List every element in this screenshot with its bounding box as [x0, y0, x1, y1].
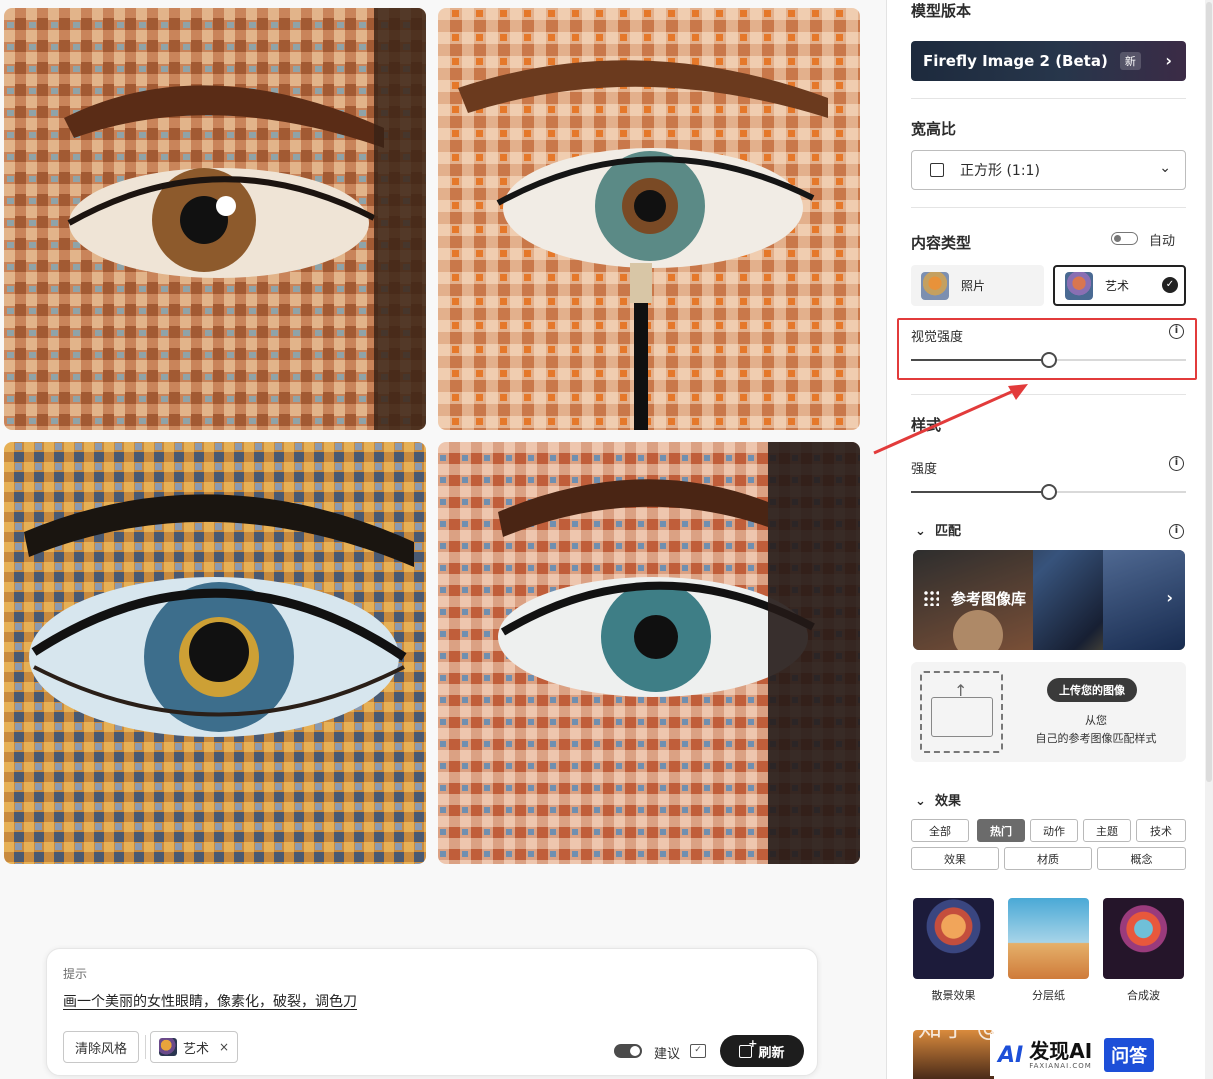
slider-handle[interactable] — [1040, 352, 1057, 368]
upload-hint-line2: 自己的参考图像匹配样式 — [1035, 732, 1157, 745]
upload-arrow-icon: ↑ — [954, 681, 968, 700]
effect-bokeh[interactable]: 散景效果 — [913, 898, 994, 1003]
upload-hint-line1: 从您 — [1085, 714, 1107, 727]
new-badge: 新 — [1119, 52, 1141, 70]
aspect-ratio-value: 正方形 (1:1) — [960, 163, 1040, 179]
effects-tab-all[interactable]: 全部 — [911, 819, 969, 842]
refresh-label: 刷新 — [758, 1045, 785, 1061]
photo-thumbnail-icon — [921, 271, 949, 300]
info-icon[interactable]: i — [1169, 456, 1184, 471]
strength-label: 强度 — [911, 462, 938, 477]
prompt-label: 提示 — [63, 967, 88, 981]
slider-handle[interactable] — [1040, 484, 1057, 500]
style-chip-art[interactable]: 艺术 × — [150, 1031, 239, 1063]
panel-scrollbar[interactable] — [1205, 0, 1213, 1079]
effect-layered-paper[interactable]: 分层纸 — [1008, 898, 1089, 1003]
chevron-down-icon: ⌄ — [915, 794, 935, 809]
effect-thumbnail — [1103, 898, 1184, 979]
info-icon[interactable]: i — [1169, 324, 1184, 339]
reference-library-label: 参考图像库 — [951, 590, 1027, 608]
effects-tab-theme[interactable]: 主题 — [1083, 819, 1131, 842]
info-icon[interactable]: i — [1169, 524, 1184, 539]
strength-slider[interactable] — [911, 484, 1186, 500]
visual-intensity-label: 视觉强度 — [911, 330, 964, 345]
suggest-label: 建议 — [654, 1047, 681, 1062]
content-type-art-label: 艺术 — [1105, 279, 1130, 293]
site-logo: AI 发现AI FAXIANAI.COM 问答 — [990, 1034, 1200, 1076]
image-grid — [4, 8, 860, 864]
upload-image-button[interactable]: 上传您的图像 — [1047, 678, 1137, 702]
chevron-down-icon: ⌄ — [915, 524, 935, 539]
effect-label: 分层纸 — [1032, 989, 1065, 1002]
generated-image-2[interactable] — [438, 8, 860, 430]
chevron-down-icon: ⌄ — [1159, 160, 1171, 176]
annotation-arrow-icon — [873, 384, 1028, 455]
style-chip-label: 艺术 — [183, 1041, 210, 1057]
effects-title: 效果 — [934, 794, 961, 809]
aspect-ratio-select[interactable]: 正方形 (1:1) ⌄ — [911, 150, 1186, 190]
content-type-title: 内容类型 — [911, 234, 972, 252]
art-thumbnail-icon — [1065, 271, 1093, 300]
divider — [911, 98, 1186, 99]
generated-image-1[interactable] — [4, 8, 426, 430]
refresh-icon — [739, 1037, 757, 1058]
effects-tab-concept[interactable]: 概念 — [1097, 847, 1186, 870]
effect-label: 散景效果 — [931, 989, 976, 1002]
content-type-photo[interactable]: 照片 — [911, 265, 1044, 306]
logo-domain: FAXIANAI.COM — [1029, 1061, 1092, 1070]
art-thumbnail-icon — [159, 1038, 177, 1056]
content-type-art[interactable]: 艺术 ✓ — [1053, 265, 1186, 306]
effect-synthwave[interactable]: 合成波 — [1103, 898, 1184, 1003]
scrollbar-thumb[interactable] — [1206, 2, 1212, 782]
effects-tab-material[interactable]: 材质 — [1004, 847, 1092, 870]
model-version-value: Firefly Image 2 (Beta) — [923, 52, 1108, 70]
slider-fill — [911, 491, 1049, 493]
logo-tag: 问答 — [1104, 1038, 1155, 1072]
logo-brand: 发现AI FAXIANAI.COM — [1029, 1041, 1092, 1070]
square-icon — [930, 163, 944, 177]
divider — [911, 207, 1186, 208]
close-icon[interactable]: × — [219, 1040, 229, 1054]
effect-thumbnail — [913, 898, 994, 979]
effects-section-toggle[interactable]: ⌄ 效果 — [915, 790, 961, 809]
logo-name: 发现AI — [1029, 1038, 1093, 1063]
grid-icon — [923, 590, 939, 606]
suggest-settings-icon[interactable]: ✓ — [690, 1044, 706, 1058]
logo-mark: AI — [998, 1042, 1024, 1068]
effects-tab-effect[interactable]: 效果 — [911, 847, 999, 870]
auto-toggle[interactable] — [1111, 232, 1138, 245]
effects-tab-popular[interactable]: 热门 — [977, 819, 1025, 842]
prompt-input[interactable]: 画一个美丽的女性眼睛，像素化，破裂，调色刀 — [63, 991, 357, 1011]
effects-tab-technique[interactable]: 技术 — [1136, 819, 1186, 842]
effect-thumbnail — [1008, 898, 1089, 979]
visual-intensity-slider[interactable] — [911, 352, 1186, 368]
match-title: 匹配 — [934, 524, 961, 539]
model-version-title: 模型版本 — [911, 2, 972, 20]
clear-style-button[interactable]: 清除风格 — [63, 1031, 140, 1063]
auto-label: 自动 — [1149, 234, 1176, 249]
checkmark-icon: ✓ — [1162, 277, 1178, 293]
slider-fill — [911, 359, 1049, 361]
content-type-photo-label: 照片 — [961, 279, 986, 293]
reference-library-button[interactable]: 参考图像库 › — [913, 550, 1185, 650]
chevron-right-icon: › — [1165, 51, 1172, 70]
prompt-box: 提示 画一个美丽的女性眼睛，像素化，破裂，调色刀 清除风格 艺术 × 建议 ✓ … — [46, 948, 818, 1076]
generated-image-4[interactable] — [438, 442, 860, 864]
chevron-right-icon: › — [1166, 588, 1173, 607]
suggest-toggle[interactable] — [614, 1044, 642, 1058]
chip-divider — [145, 1035, 146, 1059]
aspect-ratio-title: 宽高比 — [911, 120, 957, 138]
match-section-toggle[interactable]: ⌄ 匹配 — [915, 520, 961, 539]
model-version-selector[interactable]: Firefly Image 2 (Beta) 新 › — [911, 41, 1186, 81]
effect-label: 合成波 — [1127, 989, 1160, 1002]
upload-reference-area[interactable]: ↑ 上传您的图像 从您 自己的参考图像匹配样式 — [911, 662, 1186, 762]
effects-tab-action[interactable]: 动作 — [1030, 819, 1078, 842]
refresh-button[interactable]: 刷新 — [720, 1035, 804, 1067]
settings-panel: 模型版本 Firefly Image 2 (Beta) 新 › 宽高比 正方形 … — [887, 0, 1213, 1079]
generated-image-3[interactable] — [4, 442, 426, 864]
